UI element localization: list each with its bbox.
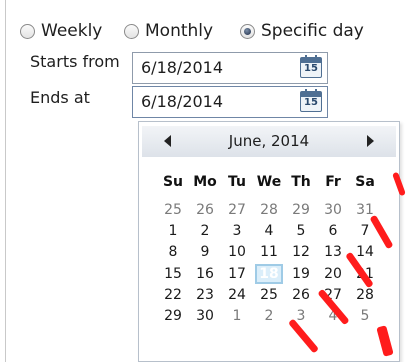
ends-at-value[interactable]: 6/18/2014	[141, 92, 223, 111]
calendar-day[interactable]: 15	[159, 264, 187, 284]
calendar-day[interactable]: 28	[351, 285, 379, 305]
calendar-day[interactable]: 11	[255, 242, 283, 262]
weekday-header: Sa	[355, 174, 375, 190]
radio-monthly-label: Monthly	[145, 21, 214, 41]
radio-circle[interactable]	[20, 23, 35, 39]
weekday-header: Mo	[193, 174, 217, 190]
starts-from-value[interactable]: 6/18/2014	[141, 58, 223, 77]
radio-weekly[interactable]: Weekly	[20, 20, 102, 42]
radio-circle[interactable]	[124, 23, 139, 39]
calendar-day[interactable]: 1	[159, 221, 187, 241]
weekday-header: Tu	[228, 174, 246, 190]
calendar-day[interactable]: 13	[319, 242, 347, 262]
calendar-icon-number: 15	[304, 97, 318, 108]
calendar-icon[interactable]: 15	[300, 89, 322, 112]
calendar-icon-number: 15	[304, 63, 318, 74]
calendar-month-title[interactable]: June, 2014	[142, 132, 396, 150]
calendar-day[interactable]: 16	[191, 264, 219, 284]
calendar-day[interactable]: 4	[255, 221, 283, 241]
weekday-header: Fr	[325, 174, 341, 190]
calendar-day[interactable]: 28	[255, 200, 283, 220]
calendar-day[interactable]: 23	[191, 285, 219, 305]
starts-from-date-input[interactable]: 6/18/2014 15	[132, 52, 328, 84]
calendar-day[interactable]: 30	[319, 200, 347, 220]
calendar-day[interactable]: 12	[287, 242, 315, 262]
calendar-day[interactable]: 19	[287, 264, 315, 284]
calendar-day[interactable]: 27	[223, 200, 251, 220]
radio-monthly[interactable]: Monthly	[124, 20, 213, 42]
weekday-header: We	[256, 174, 282, 190]
panel-border	[5, 0, 6, 362]
calendar-day[interactable]: 2	[255, 306, 283, 326]
calendar-day[interactable]: 26	[287, 285, 315, 305]
calendar-day[interactable]: 25	[159, 200, 187, 220]
ends-at-label: Ends at	[30, 88, 90, 107]
calendar-day[interactable]: 10	[223, 242, 251, 262]
calendar-day[interactable]: 25	[255, 285, 283, 305]
ends-at-date-input[interactable]: 6/18/2014 15	[132, 86, 328, 118]
calendar-day[interactable]: 1	[223, 306, 251, 326]
calendar-popup: June, 2014 Su Mo Tu We Th Fr Sa 25 26 27 28 29 30 31 1…	[138, 121, 400, 362]
calendar-day[interactable]: 29	[287, 200, 315, 220]
calendar-day[interactable]: 6	[319, 221, 347, 241]
calendar-day[interactable]: 26	[191, 200, 219, 220]
calendar-day[interactable]: 3	[223, 221, 251, 241]
calendar-day[interactable]: 5	[351, 306, 379, 326]
calendar-day[interactable]: 22	[159, 285, 187, 305]
calendar-day[interactable]: 17	[223, 264, 251, 284]
calendar-day[interactable]: 8	[159, 242, 187, 262]
weekday-header: Th	[291, 174, 311, 190]
radio-weekly-label: Weekly	[41, 21, 103, 41]
calendar-day[interactable]: 18	[255, 263, 283, 284]
calendar-day[interactable]: 20	[319, 264, 347, 284]
calendar-day[interactable]: 5	[287, 221, 315, 241]
calendar-icon[interactable]: 15	[300, 55, 322, 78]
radio-circle-selected[interactable]	[240, 23, 255, 39]
calendar-day[interactable]: 29	[159, 306, 187, 326]
calendar-day[interactable]: 2	[191, 221, 219, 241]
calendar-day[interactable]: 30	[191, 306, 219, 326]
calendar-day[interactable]: 24	[223, 285, 251, 305]
weekday-header: Su	[162, 174, 184, 190]
calendar-header: June, 2014	[142, 126, 396, 157]
calendar-day[interactable]: 9	[191, 242, 219, 262]
starts-from-label: Starts from	[30, 52, 120, 71]
radio-specific-day[interactable]: Specific day	[240, 20, 364, 42]
radio-specific-day-label: Specific day	[261, 21, 364, 41]
arrow-right-icon[interactable]	[367, 135, 374, 147]
